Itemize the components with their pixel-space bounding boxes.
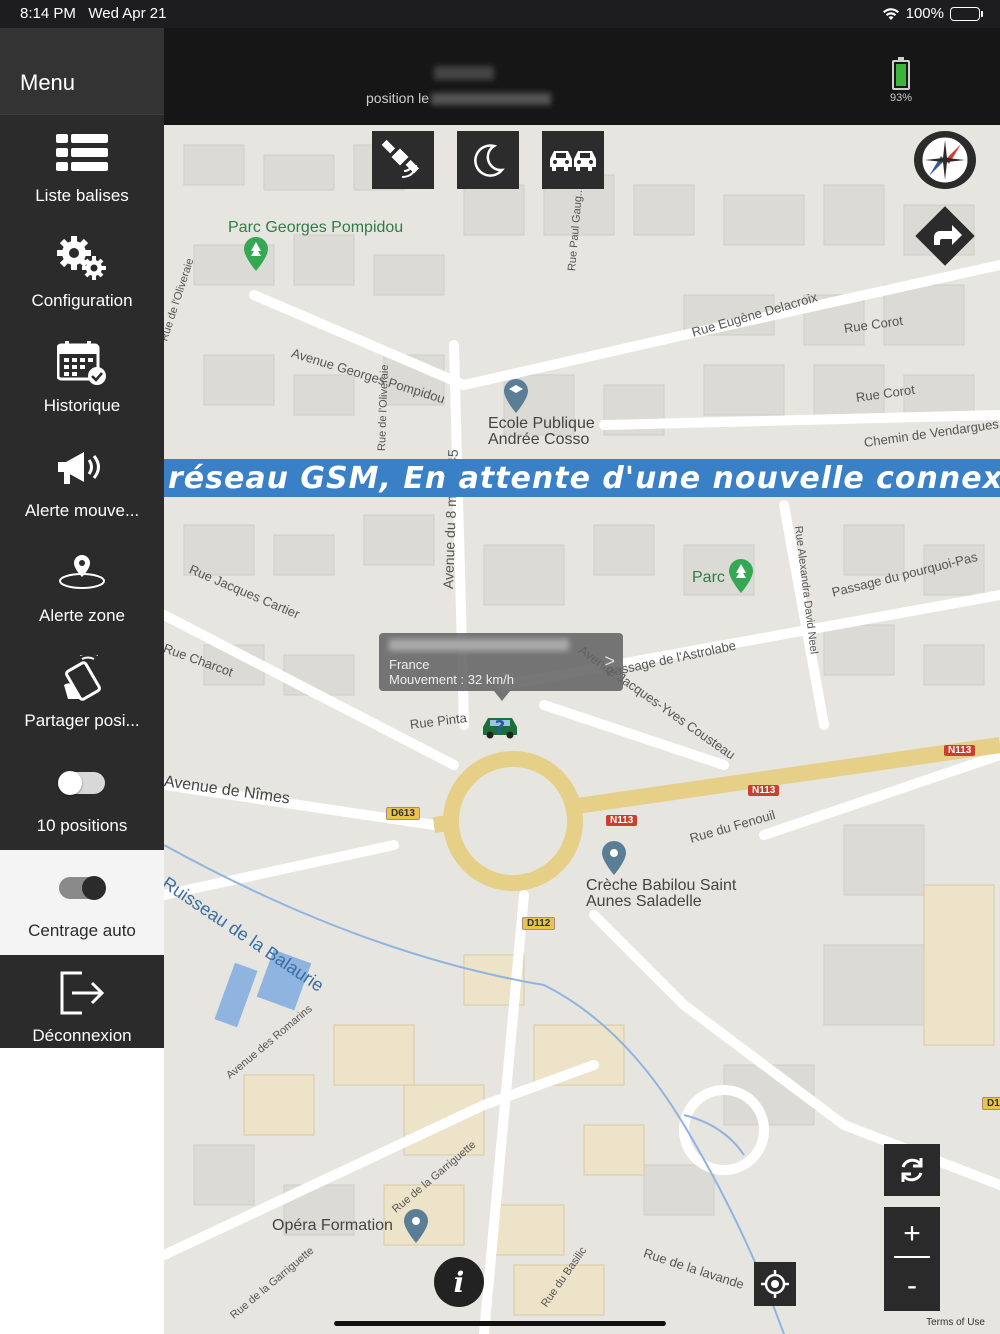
menu-title: Menu <box>0 28 164 115</box>
sidebar-item-label: 10 positions <box>36 816 128 835</box>
sidebar-item-10-positions[interactable]: 10 positions <box>0 745 164 850</box>
device-header: position le 93% <box>164 28 1000 125</box>
map-background <box>164 125 1000 1334</box>
road-shield: N113 <box>606 815 638 826</box>
zoom-in-button[interactable]: + <box>884 1207 940 1261</box>
night-mode-button[interactable] <box>457 131 519 189</box>
sidebar-item-deconnexion[interactable]: Déconnexion <box>0 955 164 1060</box>
crosshair-icon <box>761 1270 789 1298</box>
status-bar: 8:14 PM Wed Apr 21 100% <box>0 0 1000 28</box>
position-date: position le <box>366 90 552 106</box>
svg-text:?: ? <box>495 717 505 738</box>
creche-pin-icon[interactable] <box>602 841 626 875</box>
sidebar-item-alerte-mouvement[interactable]: Alerte mouve... <box>0 430 164 535</box>
satellite-icon <box>381 139 420 178</box>
wifi-icon <box>882 7 899 20</box>
park2-pin-icon[interactable] <box>729 559 753 593</box>
battery-percent: 100% <box>905 5 944 22</box>
refresh-button[interactable] <box>884 1144 940 1196</box>
map-label: Andrée Cosso <box>488 431 590 448</box>
sidebar-item-centrage-auto[interactable]: Centrage auto <box>0 850 164 955</box>
vehicle-marker-icon[interactable]: ? <box>480 711 520 741</box>
satellite-button[interactable] <box>372 131 434 189</box>
logout-icon <box>58 968 106 1018</box>
school-pin-icon[interactable] <box>504 379 528 413</box>
traffic-button[interactable] <box>542 131 604 189</box>
terms-of-use-link[interactable]: Terms of Use <box>926 1317 985 1328</box>
directions-icon <box>915 206 975 266</box>
share-phone-icon <box>58 653 106 703</box>
zone-pin-icon <box>56 548 108 598</box>
megaphone-icon <box>56 443 108 493</box>
sidebar-item-label: Alerte mouve... <box>24 501 140 520</box>
sidebar-item-label: Liste balises <box>35 186 129 205</box>
home-indicator[interactable] <box>334 1321 666 1326</box>
sidebar-item-label: Partager posi... <box>24 711 140 730</box>
road-shield: D1 <box>982 1097 1000 1110</box>
directions-button[interactable] <box>914 205 976 267</box>
battery-icon <box>950 6 983 21</box>
gears-icon <box>56 233 108 283</box>
sidebar-item-historique[interactable]: Historique <box>0 325 164 430</box>
popup-address-redacted <box>389 639 569 651</box>
calendar-icon <box>57 338 107 388</box>
device-battery-icon <box>891 57 910 90</box>
popup-movement: Mouvement : 32 km/h <box>389 672 514 687</box>
locate-button[interactable] <box>754 1262 796 1306</box>
status-time: 8:14 PM Wed Apr 21 <box>20 5 167 22</box>
device-name-redacted <box>434 66 494 80</box>
chevron-right-icon[interactable]: > <box>604 651 615 672</box>
status-right: 100% <box>882 5 983 22</box>
compass-icon <box>919 134 971 186</box>
list-icon <box>56 128 108 178</box>
zoom-out-button[interactable]: - <box>884 1261 940 1311</box>
vehicle-popup[interactable]: France Mouvement : 32 km/h > <box>379 633 623 701</box>
map-label: Parc <box>692 569 725 586</box>
sidebar: Menu Liste balises Configuration Histori… <box>0 28 164 1060</box>
info-button[interactable]: i <box>434 1257 484 1307</box>
refresh-icon <box>901 1158 923 1182</box>
device-battery: 93% <box>889 57 912 104</box>
gsm-status-banner: réseau GSM, En attente d'une nouvelle co… <box>164 459 1000 497</box>
sidebar-item-label: Alerte zone <box>39 606 125 625</box>
road-shield: D112 <box>522 917 556 930</box>
centrage-auto-toggle[interactable] <box>59 876 106 900</box>
opera-pin-icon[interactable] <box>404 1209 428 1243</box>
sidebar-item-configuration[interactable]: Configuration <box>0 220 164 325</box>
moon-icon <box>474 144 505 177</box>
sidebar-item-label: Configuration <box>31 291 133 310</box>
map-label: Opéra Formation <box>272 1217 393 1234</box>
map-label: Aunes Saladelle <box>586 893 702 910</box>
map-label: Parc Georges Pompidou <box>228 219 404 236</box>
ten-positions-toggle[interactable] <box>58 771 105 795</box>
sidebar-item-liste-balises[interactable]: Liste balises <box>0 115 164 220</box>
device-battery-percent: 93% <box>889 92 912 104</box>
road-shield: D613 <box>386 807 420 820</box>
traffic-icon <box>550 151 596 171</box>
sidebar-item-label: Centrage auto <box>28 921 136 940</box>
sidebar-item-label: Déconnexion <box>32 1026 132 1045</box>
zoom-divider <box>894 1256 930 1258</box>
compass-button[interactable] <box>914 131 976 189</box>
sidebar-item-alerte-zone[interactable]: Alerte zone <box>0 535 164 640</box>
park-pin-icon[interactable] <box>244 237 268 271</box>
road-shield: N113 <box>748 785 780 796</box>
sidebar-empty-area <box>0 1048 164 1334</box>
sidebar-item-partager-position[interactable]: Partager posi... <box>0 640 164 745</box>
road-shield: N113 <box>944 745 976 756</box>
map-view[interactable]: Parc Georges Pompidou Avenue Georges Pom… <box>164 125 1000 1334</box>
popup-country: France <box>389 657 430 672</box>
sidebar-item-label: Historique <box>43 396 121 415</box>
